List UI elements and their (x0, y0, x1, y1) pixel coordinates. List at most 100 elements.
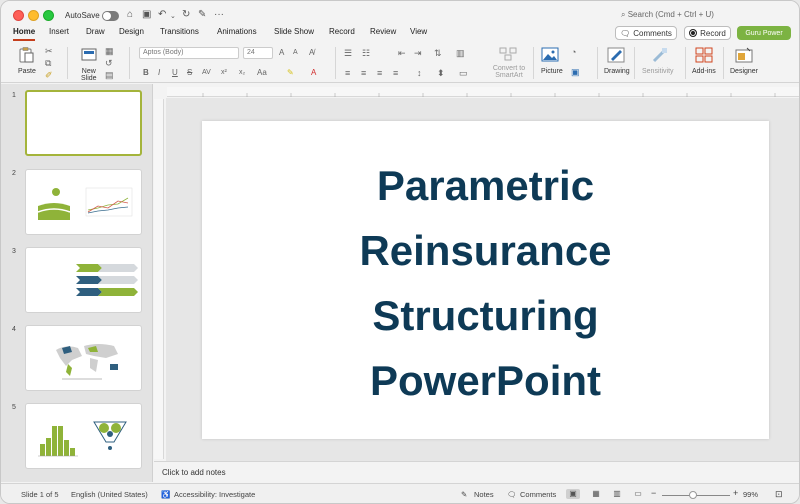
tab-view[interactable]: View (410, 27, 427, 36)
tab-record[interactable]: Record (329, 27, 355, 36)
tab-transitions[interactable]: Transitions (160, 27, 199, 36)
shapes-icon[interactable]: ◔ (571, 47, 576, 57)
superscript-icon[interactable]: x² (221, 68, 227, 78)
bold-icon[interactable]: B (143, 68, 149, 78)
change-case-icon[interactable]: Aa (257, 68, 267, 78)
autosave-toggle[interactable] (102, 11, 119, 21)
tab-animations[interactable]: Animations (217, 27, 257, 36)
save-icon[interactable]: ▣ (142, 9, 151, 21)
status-bar: Slide 1 of 5 English (United States) ♿ A… (1, 483, 799, 503)
maximize-window-button[interactable] (43, 10, 54, 21)
tab-review[interactable]: Review (370, 27, 396, 36)
ribbon-separator (634, 47, 635, 79)
align-text-icon[interactable]: ⬍ (437, 68, 445, 78)
bullets-icon[interactable]: ☰ (344, 48, 352, 58)
accessibility-icon[interactable]: ♿ (161, 490, 170, 499)
clear-formatting-icon[interactable]: A̸ (309, 48, 314, 58)
redo-icon[interactable]: ↻ (182, 9, 190, 21)
align-center-icon[interactable]: ≡ (361, 68, 366, 78)
zoom-level[interactable]: 99% (743, 490, 758, 499)
minimize-window-button[interactable] (28, 10, 39, 21)
align-right-icon[interactable]: ≡ (377, 68, 382, 78)
slide-thumbnail-4[interactable] (25, 325, 142, 391)
convert-smartart-label: Convert to SmartArt (492, 65, 526, 79)
italic-icon[interactable]: I (158, 68, 160, 78)
slide-thumbnail-2[interactable] (25, 169, 142, 235)
notes-icon[interactable]: ✎ (461, 490, 467, 499)
subscript-icon[interactable]: x₂ (239, 68, 245, 78)
new-slide-icon[interactable] (81, 47, 99, 62)
zoom-in-icon[interactable]: + (733, 488, 738, 498)
text-direction-icon[interactable]: ⇅ (434, 48, 442, 58)
tab-slide-show[interactable]: Slide Show (274, 27, 314, 36)
sensitivity-icon[interactable] (651, 47, 669, 63)
decrease-indent-icon[interactable]: ⇤ (398, 48, 406, 58)
guru-power-button[interactable]: Guru Power (737, 26, 791, 40)
justify-icon[interactable]: ≡ (393, 68, 398, 78)
drawing-icon[interactable] (607, 47, 625, 63)
increase-font-icon[interactable]: A (279, 48, 284, 58)
character-spacing-icon[interactable]: AV (202, 68, 211, 78)
line-spacing-icon[interactable]: ↕ (417, 68, 422, 78)
copy-icon[interactable]: ⧉ (45, 58, 51, 68)
fit-slide-icon[interactable]: ⊡ (775, 489, 783, 500)
numbering-icon[interactable]: ☷ (362, 48, 370, 58)
decrease-font-icon[interactable]: A (293, 48, 298, 58)
tab-home[interactable]: Home (13, 27, 36, 41)
ribbon-separator (67, 47, 68, 79)
cut-icon[interactable]: ✂ (45, 46, 53, 56)
record-button[interactable]: Record (684, 26, 731, 40)
comments-toggle[interactable]: Comments (520, 490, 556, 499)
zoom-slider-handle[interactable] (689, 491, 697, 499)
notes-toggle[interactable]: Notes (474, 490, 494, 499)
paste-icon[interactable] (17, 47, 35, 63)
reset-icon[interactable]: ↺ (105, 58, 113, 68)
search-box[interactable]: ⌕ Search (Cmd + Ctrl + U) (621, 10, 791, 23)
undo-dropdown-icon[interactable]: ⌄ (170, 11, 176, 23)
align-left-icon[interactable]: ≡ (345, 68, 350, 78)
slide-thumbnail-1[interactable] (25, 90, 142, 156)
slide-thumbnail-5[interactable] (25, 403, 142, 469)
slide-title-line: Parametric (376, 162, 595, 209)
font-name-select[interactable]: Aptos (Body) (139, 47, 239, 59)
highlight-icon[interactable]: ✎ (287, 68, 294, 78)
section-icon[interactable]: ▤ (105, 70, 114, 80)
increase-indent-icon[interactable]: ⇥ (414, 48, 422, 58)
reading-view-icon[interactable]: ▥ (610, 489, 624, 499)
more-icon[interactable]: ··· (214, 9, 224, 21)
addins-icon[interactable] (695, 47, 713, 63)
normal-view-icon[interactable]: ▣ (566, 489, 580, 499)
accessibility-status[interactable]: Accessibility: Investigate (174, 490, 255, 499)
slide-sorter-icon[interactable]: ▦ (589, 489, 603, 499)
undo-icon[interactable]: ↶ (158, 9, 166, 21)
close-window-button[interactable] (13, 10, 24, 21)
comments-status-icon[interactable]: 🗨 (507, 490, 517, 499)
slide-title[interactable]: Parametric Reinsurance Structuring Power… (202, 153, 769, 413)
notes-pane[interactable]: Click to add notes (154, 461, 799, 482)
tab-design[interactable]: Design (119, 27, 144, 36)
underline-icon[interactable]: U (172, 68, 178, 78)
layout-icon[interactable]: ▦ (105, 46, 114, 56)
tab-insert[interactable]: Insert (49, 27, 69, 36)
picture-icon[interactable] (541, 47, 559, 62)
comments-button[interactable]: 🗨 Comments (615, 26, 677, 40)
slideshow-view-icon[interactable]: ▭ (631, 489, 645, 499)
record-button-label: Record (700, 28, 726, 38)
slide-title-line: Reinsurance (359, 227, 612, 274)
columns-icon[interactable]: ▥ (456, 48, 465, 58)
smartart-icon[interactable] (499, 47, 517, 62)
zoom-out-icon[interactable]: − (651, 488, 656, 498)
strikethrough-icon[interactable]: S (187, 68, 192, 78)
designer-icon[interactable] (735, 47, 753, 63)
language-indicator[interactable]: English (United States) (71, 490, 148, 499)
font-size-select[interactable]: 24 (243, 47, 273, 59)
font-color-icon[interactable]: A (311, 68, 316, 78)
format-painter-brush-icon[interactable]: ✐ (45, 70, 53, 80)
textbox-icon[interactable]: ▣ (571, 67, 580, 77)
current-slide[interactable]: Parametric Reinsurance Structuring Power… (202, 121, 769, 439)
tab-draw[interactable]: Draw (86, 27, 105, 36)
format-painter-icon[interactable]: ✎ (198, 9, 206, 21)
home-icon[interactable]: ⌂ (127, 9, 133, 21)
paragraph-dialog-icon[interactable]: ▭ (459, 68, 468, 78)
slide-thumbnail-3[interactable] (25, 247, 142, 313)
